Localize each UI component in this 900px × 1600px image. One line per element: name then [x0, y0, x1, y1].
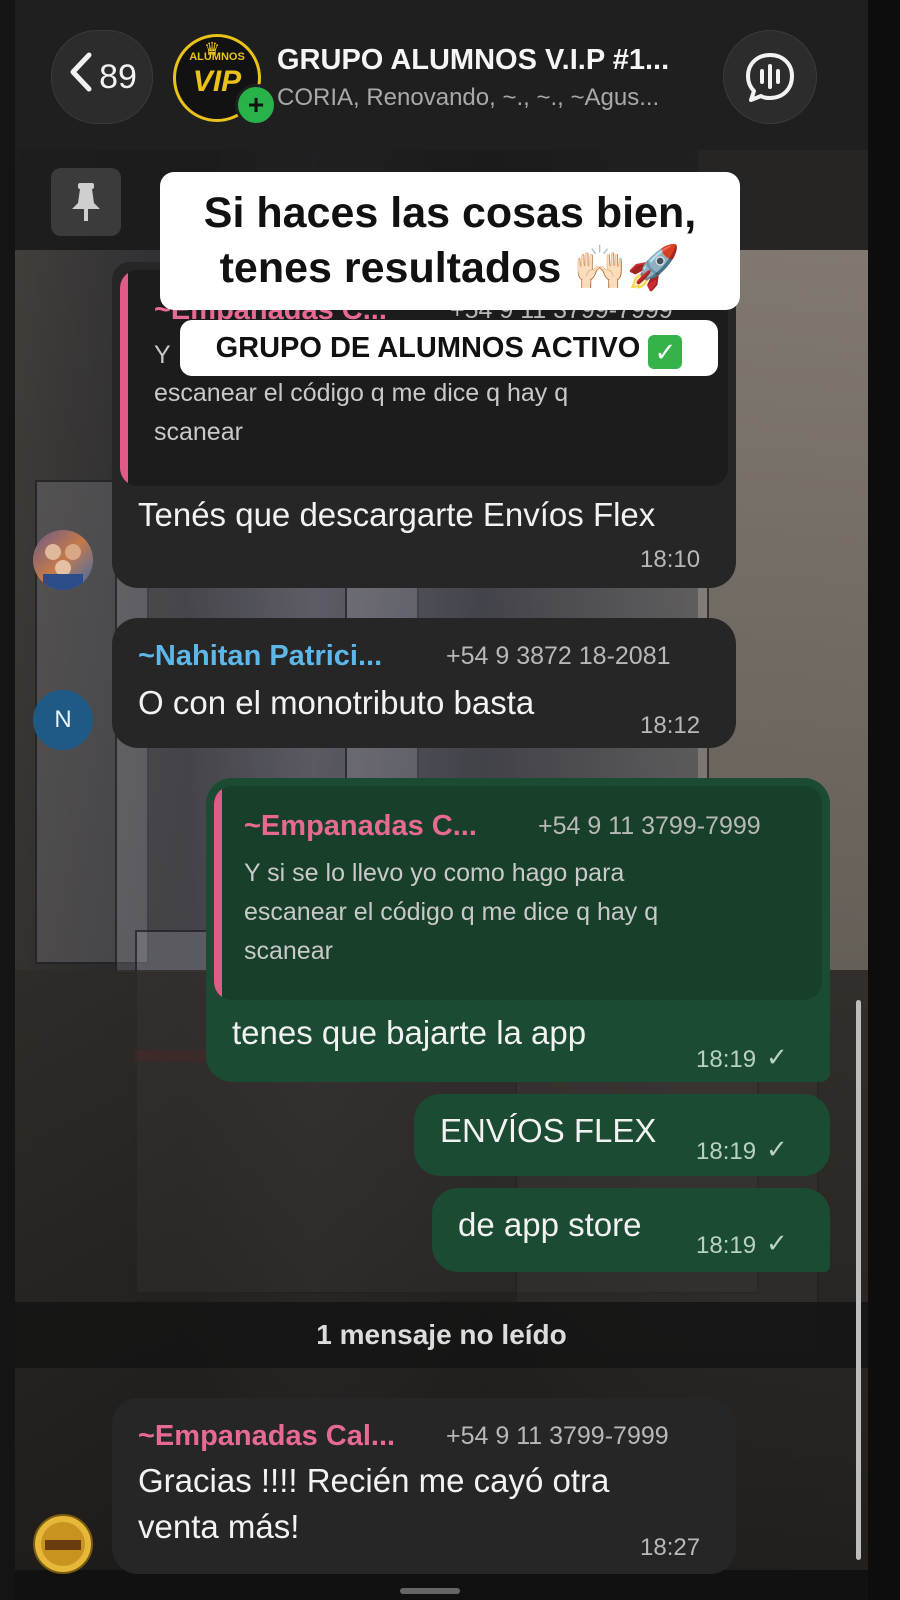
message-time: 18:19 [696, 1138, 757, 1165]
quote-bar [120, 270, 128, 486]
message-time: 18:27 [640, 1534, 701, 1561]
right-edge [868, 0, 900, 1600]
caption-tag: GRUPO DE ALUMNOS ACTIVO ✓ [180, 320, 718, 376]
message-bubble[interactable]: de app store 18:19 ✓ [432, 1188, 830, 1272]
home-indicator [400, 1588, 460, 1594]
message-text-line: Gracias !!!! Recién me cayó otra [138, 1462, 610, 1499]
check-icon: ✓ [766, 1228, 788, 1258]
video-caption: Si haces las cosas bien, tenes resultado… [160, 172, 740, 310]
quoted-text-line: escanear el código q me dice q hay q [154, 379, 569, 407]
left-edge [0, 0, 15, 1600]
sender-phone: +54 9 11 3799-7999 [446, 1422, 669, 1450]
quoted-text-line: Y [154, 341, 171, 369]
quoted-sender: ~Empanadas C... [244, 810, 477, 842]
message-bubble[interactable]: ~Empanadas C... +54 9 11 3799-7999 Y si … [206, 778, 830, 1082]
sender-avatar[interactable] [33, 1514, 93, 1574]
avatar-initial: N [54, 706, 72, 733]
sender-name: ~Empanadas Cal... [138, 1420, 396, 1452]
message-bubble[interactable]: ~Empanadas C... +54 9 11 3799-7999 Y esc… [112, 262, 736, 588]
pin-icon [72, 183, 100, 221]
pin-button[interactable] [51, 168, 121, 236]
voice-chat-button[interactable] [723, 30, 817, 124]
message-bubble[interactable]: ~Nahitan Patrici... +54 9 3872 18-2081 O… [112, 618, 736, 748]
check-mark-icon: ✓ [648, 335, 683, 369]
back-button[interactable]: 89 [51, 30, 153, 124]
scroll-indicator[interactable] [856, 1000, 861, 1560]
sender-name: ~Nahitan Patrici... [138, 640, 383, 672]
caption-line: tenes resultados 🙌🏻🚀 [219, 244, 681, 292]
voice-chat-icon [746, 53, 794, 102]
message-text-line: venta más! [138, 1508, 300, 1545]
quoted-text-line: scanear [154, 418, 243, 446]
quoted-text-line: Y si se lo llevo yo como hago para [244, 859, 625, 887]
quoted-text-line: scanear [244, 937, 333, 965]
message-text: Tenés que descargarte Envíos Flex [138, 496, 656, 533]
sender-phone: +54 9 3872 18-2081 [446, 642, 671, 670]
message-time: 18:10 [640, 546, 701, 573]
avatar-label-top: ALUMNOS [189, 51, 245, 63]
quoted-message[interactable]: ~Empanadas C... +54 9 11 3799-7999 Y si … [214, 786, 822, 1000]
group-members[interactable]: CORIA, Renovando, ~., ~., ~Agus... [277, 84, 659, 112]
chevron-left-icon [67, 51, 93, 100]
check-icon: ✓ [766, 1042, 788, 1072]
check-icon: ✓ [766, 1134, 788, 1164]
unread-separator: 1 mensaje no leído [15, 1302, 868, 1368]
message-time: 18:19 [696, 1232, 757, 1259]
message-bubble[interactable]: ~Empanadas Cal... +54 9 11 3799-7999 Gra… [112, 1398, 736, 1574]
message-text: tenes que bajarte la app [232, 1014, 587, 1051]
quote-bar [214, 786, 222, 1000]
message-time: 18:19 [696, 1046, 757, 1073]
quoted-text-line: escanear el código q me dice q hay q [244, 898, 659, 926]
sender-avatar[interactable]: N [33, 690, 93, 750]
message-text: de app store [458, 1206, 642, 1243]
quoted-phone: +54 9 11 3799-7999 [538, 812, 761, 840]
group-title[interactable]: GRUPO ALUMNOS V.I.P #1... [277, 44, 669, 77]
message-text: O con el monotributo basta [138, 684, 535, 721]
caption-line: Si haces las cosas bien, [203, 189, 697, 237]
message-text: ENVÍOS FLEX [440, 1112, 657, 1149]
plus-icon[interactable]: + [235, 84, 277, 126]
message-time: 18:12 [640, 712, 701, 739]
sender-avatar[interactable] [33, 530, 93, 590]
message-bubble[interactable]: ENVÍOS FLEX 18:19 ✓ [414, 1094, 830, 1176]
caption-tag-text: GRUPO DE ALUMNOS ACTIVO [215, 332, 641, 364]
chat-header: 89 ♛ ALUMNOS VIP + GRUPO ALUMNOS V.I.P #… [15, 0, 868, 150]
unread-count: 89 [99, 57, 137, 96]
